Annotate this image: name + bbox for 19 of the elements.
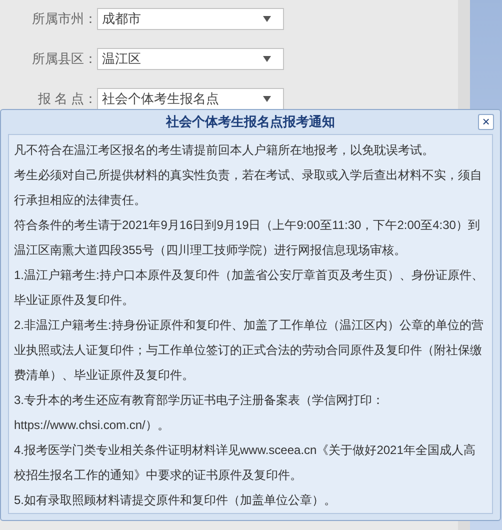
select-dropdown[interactable]: 温江区 <box>97 48 284 70</box>
notice-paragraph: 2.非温江户籍考生:持身份证原件和复印件、加盖了工作单位（温江区内）公章的单位的营业执照或法人证复印件；与工作单位签订的正式合法的劳动合同原件及复印件（附社保缴费清单）、毕业证原件及复印件。 <box>14 317 484 384</box>
caret-icon <box>263 96 271 102</box>
caret-icon <box>263 16 271 22</box>
caret-icon <box>263 56 271 62</box>
field-label: 所属县区： <box>31 50 97 68</box>
close-button[interactable]: × <box>478 114 494 130</box>
notice-paragraph: 符合条件的考生请于2021年9月16日到9月19日（上午9:00至11:30，下午2:00至4:30）到温江区南熏大道四段355号（四川理工技师学院）进行网报信息现场审核。 <box>14 217 481 259</box>
notice-paragraph: 5.如有录取照顾材料请提交原件和复印件（加盖单位公章）。 <box>14 492 338 509</box>
notice-paragraph: 考生必须对自己所提供材料的真实性负责，若在考试、录取或入学后查出材料不实，须自行承担相应的法律责任。 <box>14 167 483 209</box>
notice-paragraph: 1.温江户籍考生:持户口本原件及复印件（加盖省公安厅章首页及考生页）、身份证原件、毕业证原件及复印件。 <box>14 267 484 309</box>
select-dropdown[interactable]: 成都市 <box>97 8 284 30</box>
notice-paragraph: 3.专升本的考生还应有教育部学历证书电子注册备案表（学信网打印：https://www.chsi.com.cn/）。 <box>14 392 386 434</box>
field-label: 报 名 点： <box>36 90 97 108</box>
notice-paragraph: 凡不符合在温江考区报名的考生请提前回本人户籍所在地报考，以免耽误考试。 <box>14 142 435 159</box>
field-label: 所属市州： <box>31 10 97 28</box>
select-dropdown[interactable]: 社会个体考生报名点 <box>97 88 284 110</box>
notice-paragraph: 4.报考医学门类专业相关条件证明材料详见www.sceea.cn《关于做好2021年全国成人高校招生报名工作的通知》中要求的证书原件及复印件。 <box>14 442 476 484</box>
dialog-title: 社会个体考生报名点报考通知 <box>166 113 335 132</box>
